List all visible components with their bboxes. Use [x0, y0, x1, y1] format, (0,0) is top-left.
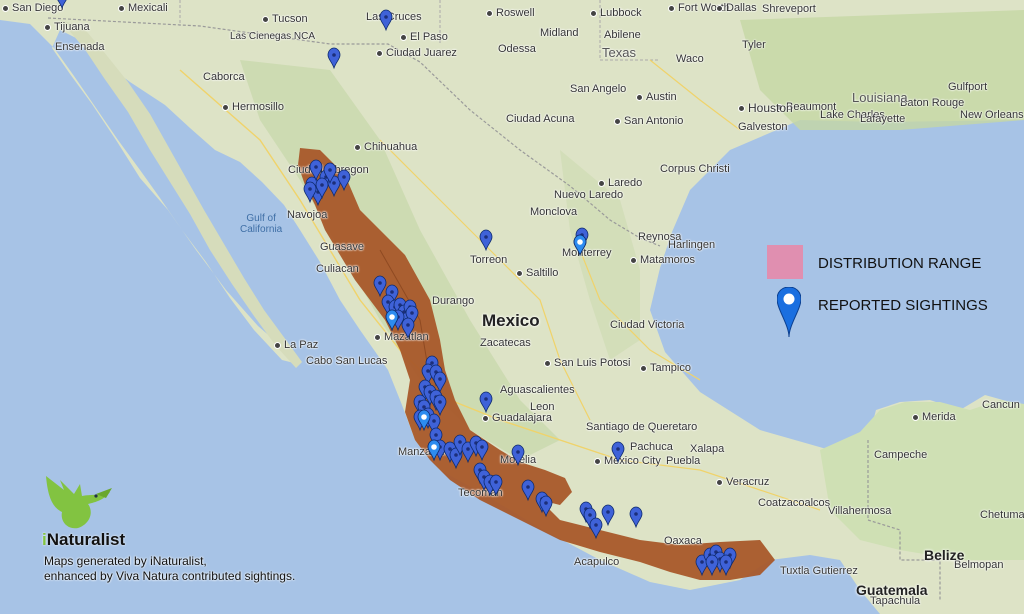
sighting-pin-icon[interactable] — [379, 9, 393, 32]
credit-line-1: Maps generated by iNaturalist, — [44, 554, 207, 568]
sighting-pin-icon[interactable] — [475, 439, 489, 462]
inaturalist-bird-icon — [46, 476, 112, 529]
sighting-pin-icon[interactable] — [303, 181, 317, 204]
sighting-pin-icon[interactable] — [489, 474, 503, 497]
legend-range-swatch — [767, 245, 803, 279]
sighting-pin-icon[interactable] — [427, 439, 441, 462]
sighting-pin-icon[interactable] — [589, 517, 603, 540]
sighting-pin-icon[interactable] — [601, 504, 615, 527]
distribution-map[interactable]: San Diego Tijuana Ensenada Mexicali Tucs… — [0, 0, 1024, 614]
sighting-pin-icon[interactable] — [719, 554, 733, 577]
inaturalist-wordmark: iNaturalist — [42, 530, 126, 549]
sighting-pin-icon[interactable] — [385, 309, 399, 332]
sighting-pin-icon[interactable] — [521, 479, 535, 502]
sighting-pin-icon[interactable] — [539, 495, 553, 518]
sighting-pin-icon[interactable] — [629, 506, 643, 529]
sighting-pin-icon[interactable] — [327, 47, 341, 70]
legend-sightings-label: REPORTED SIGHTINGS — [818, 297, 988, 314]
sighting-pin-icon[interactable] — [511, 444, 525, 467]
sighting-pin-icon[interactable] — [573, 234, 587, 257]
sighting-pin-icon[interactable] — [433, 394, 447, 417]
sighting-pin-icon[interactable] — [611, 441, 625, 464]
sighting-pin-icon[interactable] — [401, 317, 415, 340]
sighting-pin-icon[interactable] — [337, 169, 351, 192]
legend-range-label: DISTRIBUTION RANGE — [818, 255, 982, 272]
credit-line-2: enhanced by Viva Natura contributed sigh… — [44, 569, 296, 583]
sighting-pin-icon[interactable] — [56, 0, 68, 10]
sighting-pin-icon[interactable] — [373, 275, 387, 298]
legend-pin-icon — [777, 287, 801, 337]
sighting-pin-icon[interactable] — [479, 391, 493, 414]
sighting-pin-icon[interactable] — [705, 554, 719, 577]
sighting-pin-icon[interactable] — [479, 229, 493, 252]
